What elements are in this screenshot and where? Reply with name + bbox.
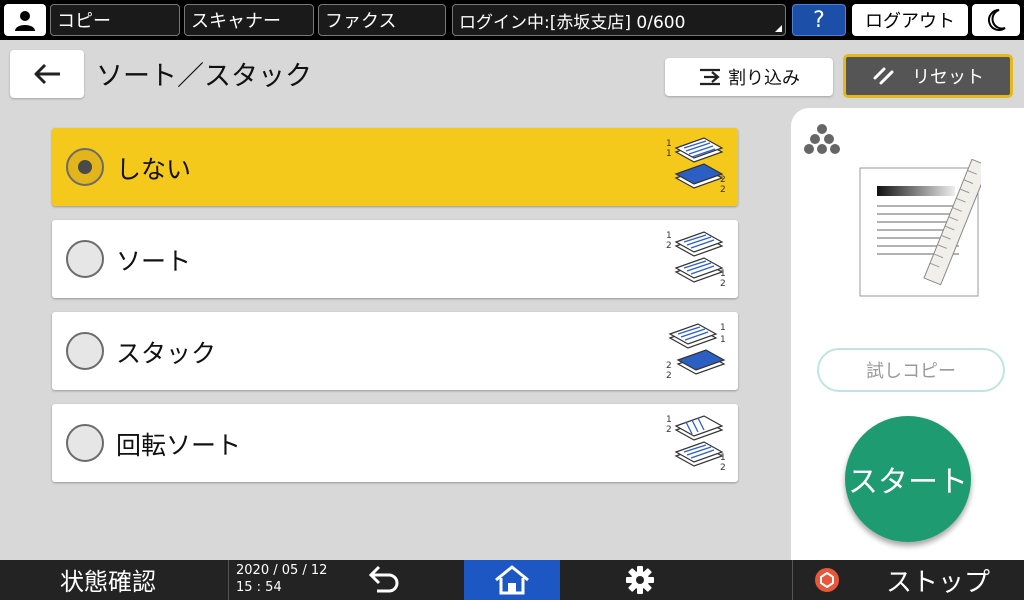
svg-text:1: 1 (720, 335, 726, 345)
return-button[interactable] (362, 564, 406, 596)
svg-text:2: 2 (720, 463, 726, 473)
copy-app-button[interactable]: コピー (50, 4, 180, 36)
home-icon (495, 565, 529, 595)
svg-text:2: 2 (666, 241, 672, 251)
trial-copy-button[interactable]: 試しコピー (817, 348, 1005, 392)
radio-button[interactable] (66, 332, 104, 370)
scanner-app-button[interactable]: スキャナー (184, 4, 314, 36)
svg-text:2: 2 (666, 425, 672, 435)
moon-icon (988, 9, 1006, 31)
svg-text:1: 1 (720, 269, 726, 279)
right-panel: 試しコピー スタート (791, 108, 1024, 560)
option-label: しない (116, 155, 192, 184)
svg-text:1: 1 (666, 139, 672, 149)
stop-icon (815, 568, 839, 592)
option-label: 回転ソート (116, 431, 242, 460)
gear-icon (626, 566, 654, 594)
radio-button[interactable] (66, 148, 104, 186)
main-area: ソート／スタック 割り込み リセット しない 1 1 2 2 ソート 1 2 1… (0, 40, 1024, 560)
expand-corner-icon (775, 25, 782, 32)
stack-offset-icon: 1 1 2 2 (666, 323, 726, 381)
option-no-sort[interactable]: しない 1 1 2 2 (52, 128, 738, 206)
option-rotate-sort[interactable]: 回転ソート 1 2 1 2 (52, 404, 738, 482)
option-label: ソート (116, 247, 192, 276)
document-preview-icon (859, 158, 981, 297)
svg-text:1: 1 (720, 453, 726, 463)
svg-text:2: 2 (720, 175, 726, 185)
logout-button[interactable]: ログアウト (852, 4, 968, 36)
date-text: 2020 / 05 / 12 (236, 563, 328, 578)
bottom-bar: 状態確認 2020 / 05 / 12 15 : 54 ストップ (0, 560, 1024, 600)
option-stack[interactable]: スタック 1 1 2 2 (52, 312, 738, 390)
login-status-text: ログイン中:[赤坂支店] 0/600 (459, 12, 686, 33)
login-status-button[interactable]: ログイン中:[赤坂支店] 0/600 (452, 4, 786, 36)
svg-text:2: 2 (720, 279, 726, 289)
time-text: 15 : 54 (236, 580, 282, 595)
help-button[interactable]: ? (792, 4, 846, 36)
sort-stack-icon: 1 2 1 2 (666, 231, 726, 289)
svg-text:2: 2 (666, 361, 672, 371)
svg-text:1: 1 (666, 415, 672, 425)
option-label: スタック (116, 339, 217, 368)
top-bar: コピー スキャナー ファクス ログイン中:[赤坂支店] 0/600 ? ログアウ… (0, 0, 1024, 40)
interrupt-label: 割り込み (728, 68, 800, 89)
settings-button[interactable] (620, 564, 660, 596)
no-sort-stack-icon: 1 1 2 2 (666, 137, 726, 195)
back-button[interactable] (10, 50, 84, 98)
datetime: 2020 / 05 / 12 15 : 54 (236, 562, 327, 596)
status-check-button[interactable]: 状態確認 (60, 562, 156, 597)
user-icon (15, 11, 35, 31)
stop-label: ストップ (886, 567, 991, 598)
option-sort[interactable]: ソート 1 2 1 2 (52, 220, 738, 298)
interrupt-button[interactable]: 割り込み (665, 58, 833, 96)
stop-button[interactable]: ストップ (800, 560, 1024, 600)
user-button[interactable] (4, 4, 46, 36)
home-button[interactable] (464, 560, 560, 600)
energy-saver-button[interactable] (972, 4, 1020, 36)
radio-button[interactable] (66, 240, 104, 278)
reset-label: リセット (912, 67, 984, 88)
interrupt-icon (700, 68, 720, 86)
radio-button[interactable] (66, 424, 104, 462)
arrow-left-icon (34, 63, 60, 85)
svg-text:1: 1 (666, 149, 672, 159)
radio-selected-dot (78, 160, 92, 174)
svg-text:2: 2 (666, 371, 672, 381)
svg-text:1: 1 (666, 231, 672, 241)
start-button[interactable]: スタート (845, 416, 971, 542)
svg-text:1: 1 (720, 323, 726, 333)
divider (228, 560, 229, 600)
reset-button[interactable]: リセット (843, 54, 1013, 98)
fax-app-button[interactable]: ファクス (318, 4, 446, 36)
page-title: ソート／スタック (96, 61, 312, 92)
rotate-sort-stack-icon: 1 2 1 2 (666, 415, 726, 473)
undo-arrow-icon (368, 565, 399, 593)
svg-text:2: 2 (720, 185, 726, 195)
divider (792, 560, 793, 600)
toner-dots-icon (804, 124, 840, 154)
reset-icon (873, 67, 894, 85)
